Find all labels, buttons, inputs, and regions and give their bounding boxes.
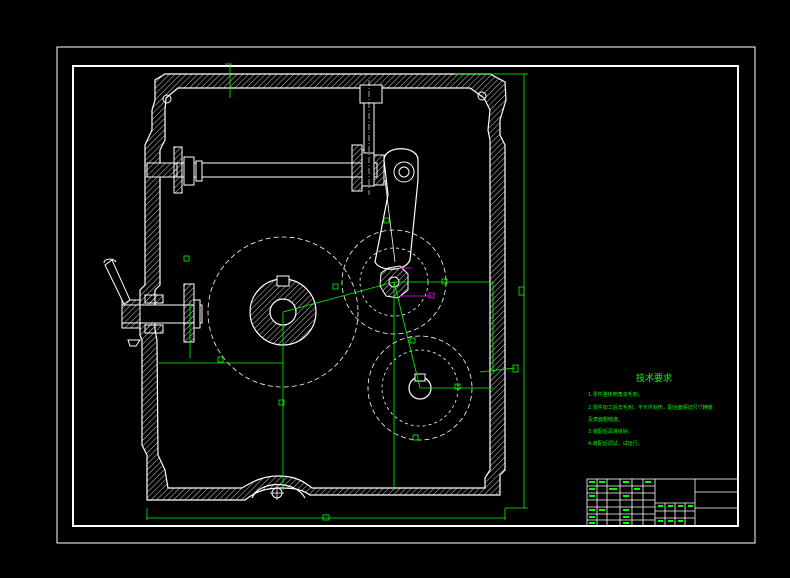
tech-req-item-2: 2.零件加工后去毛刺，不允许划伤，配合面保证尺寸精度	[588, 404, 713, 411]
title-block-glyphs	[589, 481, 693, 524]
gearbox-housing	[139, 73, 507, 501]
title-block	[586, 478, 739, 527]
cad-drawing-canvas: 技术要求 1.零件整体倒角去毛刺。 2.零件加工后去毛刺，不允许划伤，配合面保证…	[56, 46, 756, 544]
technical-requirements-block: 技术要求 1.零件整体倒角去毛刺。 2.零件加工后去毛刺，不允许划伤，配合面保证…	[588, 372, 713, 447]
tech-req-item-1: 1.零件整体倒角去毛刺。	[588, 391, 643, 398]
tech-req-item-5: 4.装配后调试，试运行。	[588, 440, 643, 447]
tech-req-item-4: 3.装配后润滑良好。	[588, 428, 633, 435]
tech-req-title: 技术要求	[636, 372, 672, 384]
tech-req-item-3: 及表面粗糙度。	[588, 416, 623, 423]
